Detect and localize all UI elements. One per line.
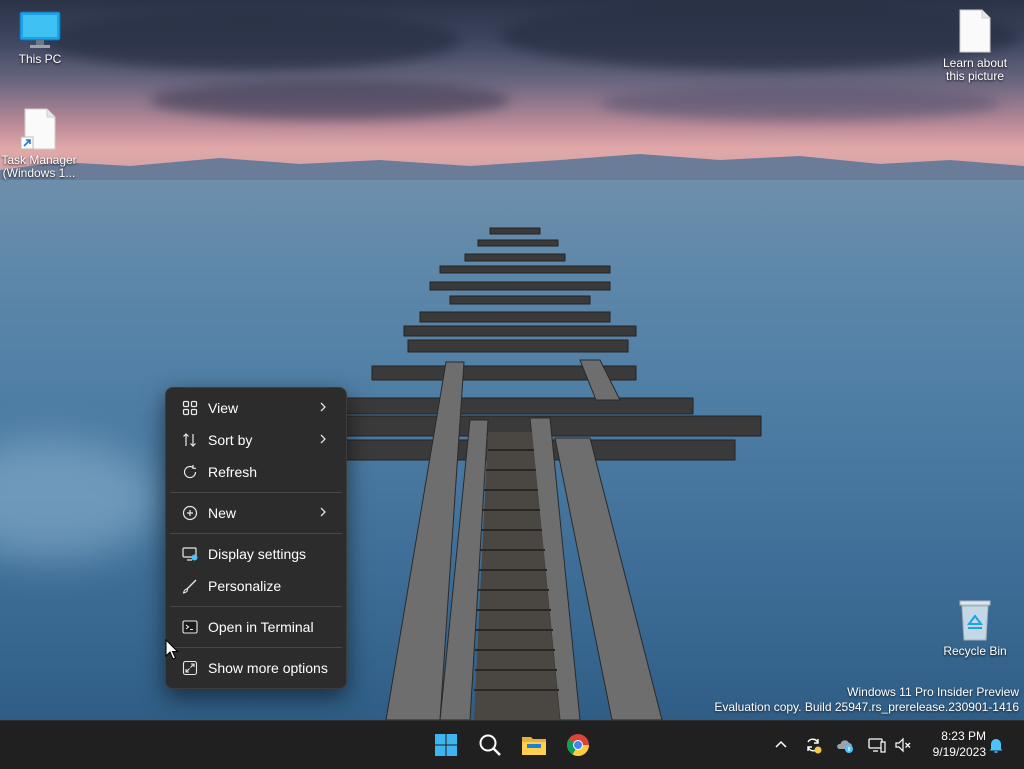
volume-muted-icon[interactable] [893,735,913,755]
mouse-cursor-icon [165,639,179,660]
menu-item-personalize[interactable]: Personalize [170,571,342,601]
menu-separator [170,606,342,607]
file-explorer-icon [522,737,546,755]
clock-date: 9/19/2023 [932,745,986,759]
menu-item-refresh[interactable]: Refresh [170,457,342,487]
menu-separator [170,492,342,493]
desktop-icon-label: Recycle Bin [943,644,1007,658]
wallpaper-pier [344,227,762,720]
desktop-icon-label: This PC [18,52,62,66]
sort-icon [183,433,196,447]
taskbar-file-explorer-button[interactable] [516,727,552,763]
taskbar-clock[interactable]: 8:23 PM 9/19/2023 [918,728,986,760]
search-icon [479,734,501,756]
build-watermark: Windows 11 Pro Insider Preview Evaluatio… [714,685,1019,715]
expand-icon [182,660,198,676]
network-icon[interactable] [867,735,887,755]
grid-icon [182,400,198,416]
menu-item-open-in-terminal[interactable]: Open in Terminal [170,612,342,642]
taskbar-chrome-button[interactable] [560,727,596,763]
taskbar: 8:23 PM 9/19/2023 [0,720,1024,769]
desktop-icon-task-manager[interactable]: Task Manager (Windows 1... [0,107,79,180]
menu-item-show-more-options[interactable]: Show more options [170,653,342,683]
menu-item-label: Show more options [208,660,328,676]
menu-separator [170,647,342,648]
menu-item-label: View [208,400,239,416]
watermark-edition: Windows 11 Pro Insider Preview [847,685,1019,699]
sync-icon[interactable] [803,735,823,755]
chevron-right-icon [320,402,326,412]
notification-bell-icon[interactable] [986,735,1006,755]
watermark-build: Evaluation copy. Build 25947.rs_prerelea… [714,700,1019,714]
desktop-icon-this-pc[interactable]: This PC [0,10,80,66]
menu-item-display-settings[interactable]: Display settings [170,539,342,569]
menu-item-label: Refresh [208,464,258,480]
brush-icon [182,579,197,594]
menu-item-new[interactable]: New [170,498,342,528]
onedrive-icon[interactable] [835,735,855,755]
desktop-icon-label: Learn about this picture [942,56,1008,83]
chrome-icon [567,734,589,756]
display-icon [182,547,198,561]
menu-item-label: Display settings [208,546,307,562]
start-icon [435,734,457,756]
this-pc-icon [19,11,61,48]
menu-separator [170,533,342,534]
terminal-icon [182,620,198,634]
menu-item-label: New [208,505,237,521]
start-button[interactable] [428,727,464,763]
plus-circle-icon [182,505,198,521]
refresh-icon [183,465,197,479]
menu-item-view[interactable]: View [170,393,342,423]
shortcut-file-icon [20,108,56,150]
chevron-right-icon [320,507,326,517]
desktop-wallpaper [0,0,1024,720]
desktop-context-menu: View Sort by Refresh New Display setting… [165,387,347,689]
menu-item-sort-by[interactable]: Sort by [170,425,342,455]
file-icon [959,9,991,53]
desktop-icon-label: Task Manager (Windows 1... [1,153,77,180]
clock-time: 8:23 PM [941,729,986,743]
recycle-bin-icon [959,600,991,641]
desktop-icon-recycle-bin[interactable]: Recycle Bin [935,598,1015,658]
desktop-icon-learn-about-picture[interactable]: Learn about this picture [935,8,1015,83]
menu-item-label: Personalize [208,578,282,594]
chevron-right-icon [320,434,326,444]
menu-item-label: Open in Terminal [208,619,314,635]
taskbar-search-button[interactable] [472,727,508,763]
chevron-up-icon[interactable] [771,735,791,755]
menu-item-label: Sort by [208,432,253,448]
